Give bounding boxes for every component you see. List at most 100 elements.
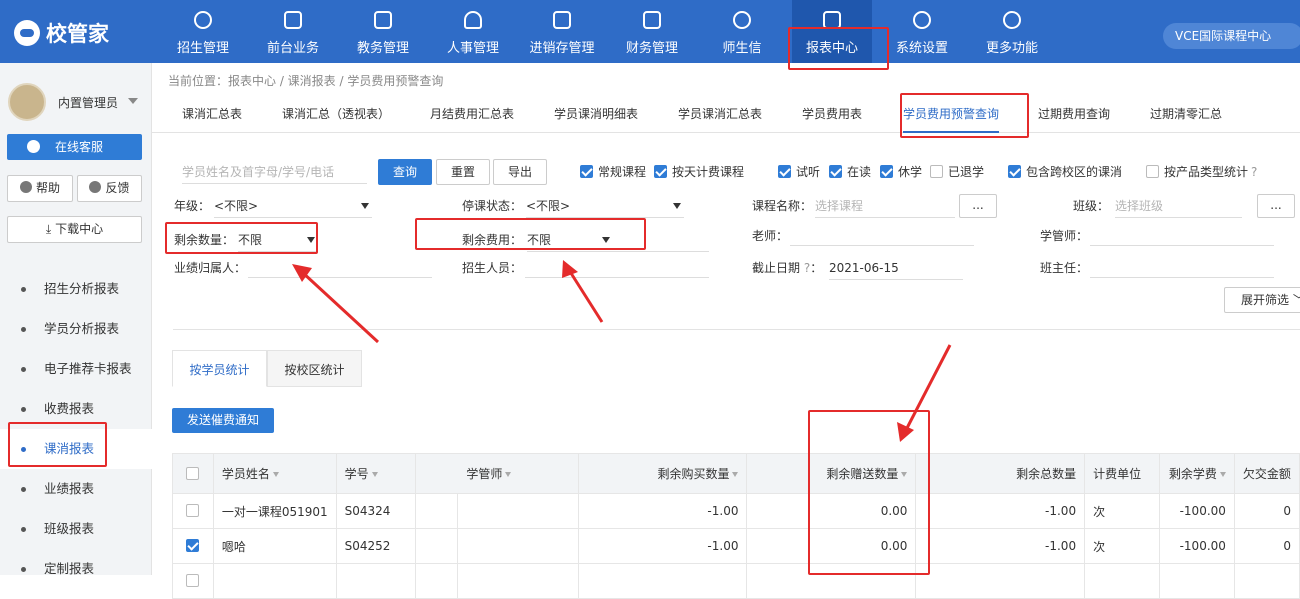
user-name[interactable]: 内置管理员 (58, 94, 118, 111)
online-service-button[interactable]: 在线客服 (7, 134, 142, 160)
sidebar-item-class-report[interactable]: 班级报表 (0, 509, 152, 549)
nav-settings[interactable]: 系统设置 (884, 0, 960, 63)
header-remaining-purchased[interactable]: 剩余购买数量 (577, 453, 748, 494)
table-row[interactable]: 嗯哈 S04252 -1.00 0.00 -1.00 次 -100.00 0 (172, 528, 1300, 564)
sidebar-item-referral-report[interactable]: 电子推荐卡报表 (0, 349, 152, 389)
checkbox-withdrawn[interactable]: 已退学 (930, 165, 984, 179)
chevron-down-icon[interactable] (673, 203, 681, 209)
sidebar: 内置管理员 在线客服 帮助 反馈 ⤓ 下载中心 招生分析报表 学员分析报表 电子推… (0, 63, 152, 576)
query-button[interactable]: 查询 (378, 159, 432, 185)
nav-inventory[interactable]: 进销存管理 (520, 0, 604, 63)
chevron-down-icon: ﹀ (1293, 293, 1300, 307)
search-input[interactable]: 学员姓名及首字母/学号/电话 (182, 160, 367, 184)
checkbox-icon[interactable] (186, 539, 200, 552)
export-button[interactable]: 导出 (493, 159, 547, 185)
more-icon (1003, 11, 1021, 29)
row-select-cell[interactable] (172, 493, 214, 529)
table-header-row: 学员姓名 学号 学管师 剩余购买数量 剩余赠送数量 剩余总数量 计费单位 剩余学… (172, 453, 1300, 494)
help-circle-icon[interactable]: ? (804, 261, 810, 275)
table-row[interactable]: 一对一课程051901 S04324 -1.00 0.00 -1.00 次 -1… (172, 493, 1300, 529)
logo-icon (14, 20, 40, 46)
campus-selector[interactable]: VCE国际课程中心 (1163, 23, 1300, 49)
course-input[interactable]: 选择课程 (815, 194, 955, 218)
course-label: 课程名称： (752, 199, 813, 213)
class-input[interactable]: 选择班级 (1115, 194, 1242, 218)
header-student-id[interactable]: 学号 (335, 453, 417, 494)
checkbox-suspended[interactable]: 休学 (880, 165, 922, 179)
checkbox-cross-campus[interactable]: 包含跨校区的课消 (1008, 165, 1122, 179)
select-all-cell[interactable] (172, 453, 214, 494)
teacher-input[interactable] (790, 222, 974, 246)
header-manager[interactable]: 学管师 (415, 453, 579, 494)
feedback-button[interactable]: 反馈 (77, 175, 142, 202)
header-remaining-total[interactable]: 剩余总数量 (915, 453, 1086, 494)
class-picker-button[interactable]: ... (1257, 194, 1295, 218)
manager-input[interactable] (1090, 222, 1274, 246)
sidebar-item-performance-report[interactable]: 业绩报表 (0, 469, 152, 509)
reception-icon (284, 11, 302, 29)
course-picker-button[interactable]: ... (959, 194, 997, 218)
checkbox-product-type[interactable]: 按产品类型统计? (1146, 165, 1257, 179)
grade-label: 年级： (174, 199, 211, 213)
help-button[interactable]: 帮助 (7, 175, 73, 202)
avatar[interactable] (8, 83, 46, 121)
tab-expired-clear[interactable]: 过期清零汇总 (1150, 93, 1222, 133)
tab-student-fee[interactable]: 学员费用表 (802, 93, 862, 133)
sidebar-item-enrollment-report[interactable]: 招生分析报表 (0, 269, 152, 309)
cell-unit: 次 (1084, 493, 1160, 529)
tab-by-campus[interactable]: 按校区统计 (267, 350, 362, 387)
tab-consumption-detail[interactable]: 学员课消明细表 (554, 93, 638, 133)
tab-expired-fee[interactable]: 过期费用查询 (1038, 93, 1110, 133)
recruiter-input[interactable] (525, 254, 709, 278)
row-select-cell[interactable] (172, 528, 214, 564)
nav-recruitment[interactable]: 招生管理 (165, 0, 241, 63)
row-select-cell[interactable] (172, 563, 214, 599)
checkbox-daily-course[interactable]: 按天计费课程 (654, 165, 744, 179)
table-row[interactable] (172, 563, 1300, 599)
nav-hr[interactable]: 人事管理 (435, 0, 511, 63)
tab-monthly-fee[interactable]: 月结费用汇总表 (430, 93, 514, 133)
header-student-name[interactable]: 学员姓名 (212, 453, 337, 494)
sidebar-item-custom-report[interactable]: 定制报表 (0, 549, 152, 589)
chevron-down-icon[interactable] (361, 203, 369, 209)
nav-front-desk[interactable]: 前台业务 (255, 0, 331, 63)
header-remaining-fee[interactable]: 剩余学费 (1158, 453, 1235, 494)
nav-messages[interactable]: 师生信 (704, 0, 780, 63)
checkbox-icon[interactable] (186, 574, 200, 587)
chevron-down-icon[interactable] (128, 98, 138, 104)
send-payment-notice-button[interactable]: 发送催费通知 (172, 408, 274, 433)
cell-student-name: 嗯哈 (212, 528, 337, 564)
deadline-date-input[interactable]: 2021-06-15 (829, 256, 963, 280)
nav-academic[interactable]: 教务管理 (345, 0, 421, 63)
cell-remaining-fee: -100.00 (1158, 528, 1235, 564)
person-add-icon (194, 11, 212, 29)
cell-remaining-fee: -100.00 (1158, 493, 1235, 529)
owner-input[interactable] (248, 254, 432, 278)
header-unit[interactable]: 计费单位 (1084, 453, 1160, 494)
annotation-box-gift-quantity (808, 410, 930, 575)
reset-button[interactable]: 重置 (436, 159, 490, 185)
grade-select[interactable]: <不限> (214, 194, 372, 218)
sidebar-item-student-report[interactable]: 学员分析报表 (0, 309, 152, 349)
nav-finance[interactable]: 财务管理 (614, 0, 690, 63)
help-circle-icon[interactable]: ? (1251, 165, 1257, 179)
checkbox-trial[interactable]: 试听 (778, 165, 820, 179)
tab-student-consumption-summary[interactable]: 学员课消汇总表 (678, 93, 762, 133)
checkbox-regular-course[interactable]: 常规课程 (580, 165, 646, 179)
checkbox-icon[interactable] (186, 466, 200, 480)
download-center-button[interactable]: ⤓ 下载中心 (7, 216, 142, 243)
checkbox-icon (1146, 165, 1159, 178)
app-logo[interactable]: 校管家 (14, 18, 109, 48)
checkbox-icon (654, 165, 667, 178)
expand-filter-button[interactable]: 展开筛选 ﹀ (1224, 287, 1300, 313)
checkbox-icon[interactable] (186, 504, 200, 517)
checkbox-studying[interactable]: 在读 (829, 165, 871, 179)
bullet-icon (21, 487, 26, 492)
header-arrears[interactable]: 欠交金额 (1233, 453, 1300, 494)
tab-by-student[interactable]: 按学员统计 (172, 350, 267, 387)
tab-consumption-summary[interactable]: 课消汇总表 (182, 93, 242, 133)
stop-status-select[interactable]: <不限> (526, 194, 684, 218)
tab-consumption-pivot[interactable]: 课消汇总（透视表） (282, 93, 390, 133)
nav-more[interactable]: 更多功能 (974, 0, 1050, 63)
headteacher-input[interactable] (1090, 254, 1274, 278)
